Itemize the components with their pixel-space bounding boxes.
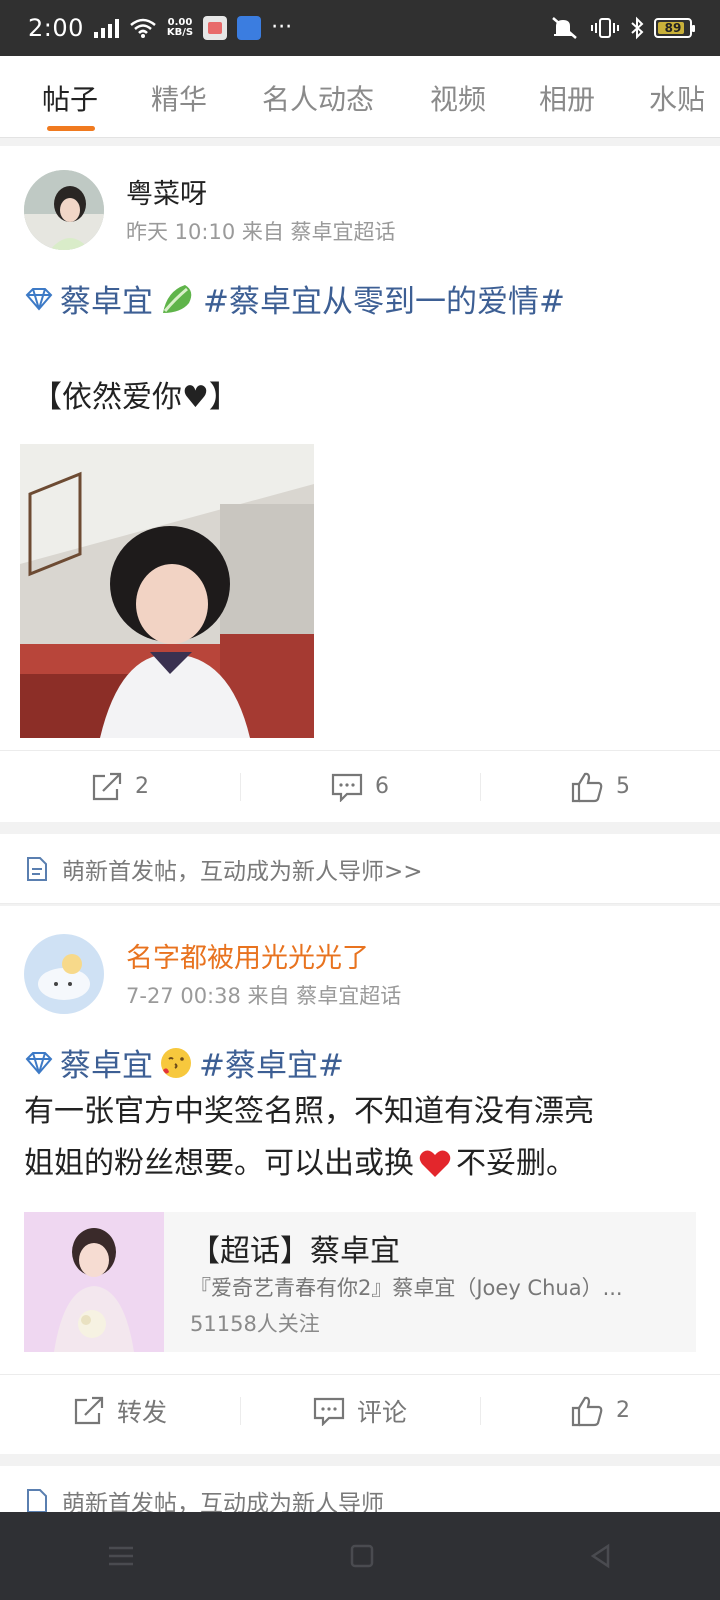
like-count: 2: [616, 1398, 630, 1423]
tab-albums[interactable]: 相册: [539, 78, 595, 118]
home-icon[interactable]: [349, 1543, 375, 1569]
repost-label: 转发: [116, 1397, 167, 1427]
vibrate-icon: [591, 18, 619, 38]
newbie-notice[interactable]: 萌新首发帖，互动成为新人导师>>: [0, 834, 720, 904]
document-icon: [27, 1488, 47, 1513]
post-card[interactable]: 粤菜呀 昨天 10:10 来自 蔡卓宜超话 蔡卓宜 #蔡卓宜从零到一的爱情# 【…: [0, 146, 720, 822]
post-body-text: 姐姐的粉丝想要。可以出或换: [24, 1146, 414, 1181]
kiss-emoji-icon: [161, 1047, 191, 1078]
tab-posts[interactable]: 帖子: [42, 78, 98, 118]
supertopic-thumbnail: [24, 1212, 164, 1352]
thumbs-up-icon: [571, 772, 603, 802]
like-count: 5: [616, 774, 630, 799]
post-meta: 昨天 10:10 来自 蔡卓宜超话: [126, 220, 396, 244]
post-meta: 7-27 00:38 来自 蔡卓宜超话: [126, 984, 402, 1008]
repost-icon: [74, 1396, 104, 1424]
back-icon[interactable]: [588, 1543, 614, 1569]
net-speed-unit: KB/S: [166, 27, 194, 38]
tab-featured[interactable]: 精华: [151, 78, 207, 118]
net-speed: 0.00 KB/S: [167, 18, 193, 38]
bluetooth-icon: [631, 16, 644, 40]
topic-name[interactable]: 蔡卓宜: [60, 1040, 153, 1085]
post-body-line: 姐姐的粉丝想要。可以出或换 不妥删。: [24, 1138, 594, 1190]
notice-text: 萌新首发帖，互动成为新人导师>>: [62, 858, 423, 885]
wifi-icon: [130, 18, 156, 38]
diamond-icon: [25, 1051, 53, 1075]
thumbs-up-icon: [571, 1396, 603, 1426]
tab-bar: 帖子 精华 名人动态 视频 相册 水贴: [0, 56, 720, 138]
post-body: 有一张官方中奖签名照，不知道有没有漂亮 姐姐的粉丝想要。可以出或换 不妥删。: [24, 1086, 594, 1190]
comment-count: 6: [375, 774, 389, 799]
notification-app-icon: [203, 16, 228, 40]
tab-water-posts[interactable]: 水贴: [649, 78, 705, 118]
tab-videos[interactable]: 视频: [430, 78, 486, 118]
menu-icon[interactable]: [106, 1544, 136, 1568]
battery-level: 89: [664, 21, 682, 35]
supertopic-card[interactable]: 【超话】蔡卓宜 『爱奇艺青春有你2』蔡卓宜（Joey Chua）... 5115…: [24, 1212, 696, 1352]
repost-button[interactable]: 2: [0, 751, 240, 822]
post-username[interactable]: 粤菜呀: [126, 172, 207, 211]
post-actions: 转发 评论 2: [0, 1374, 720, 1446]
red-heart-icon: [419, 1150, 451, 1177]
avatar[interactable]: [24, 934, 104, 1014]
comment-button[interactable]: 评论: [240, 1375, 480, 1446]
supertopic-title: 【超话】蔡卓宜: [190, 1234, 400, 1269]
comment-icon: [331, 773, 363, 802]
mute-icon: [552, 17, 577, 39]
repost-icon: [92, 772, 122, 800]
like-button[interactable]: 2: [480, 1375, 720, 1446]
post-photo[interactable]: [20, 444, 314, 738]
status-bar: 2:00 0.00 KB/S ··· 89: [0, 0, 720, 56]
diamond-icon: [25, 287, 53, 311]
more-notifications-icon: ···: [271, 15, 293, 40]
notification-app-icon: [237, 16, 262, 40]
post-body-text: 不妥删。: [456, 1146, 576, 1181]
supertopic-description: 『爱奇艺青春有你2』蔡卓宜（Joey Chua）...: [190, 1276, 623, 1300]
post-actions: 2 6 5: [0, 750, 720, 822]
tab-celebrity-updates[interactable]: 名人动态: [262, 78, 374, 118]
comment-icon: [313, 1397, 345, 1426]
post-body-line: 有一张官方中奖签名照，不知道有没有漂亮: [24, 1094, 594, 1129]
topic-line: 蔡卓宜 #蔡卓宜从零到一的爱情#: [24, 276, 565, 321]
repost-count: 2: [135, 774, 149, 799]
topic-name[interactable]: 蔡卓宜: [60, 276, 153, 321]
post-body: 【依然爱你♥】: [32, 380, 239, 415]
document-icon: [27, 856, 47, 881]
avatar[interactable]: [24, 170, 104, 250]
tab-active-indicator: [47, 126, 95, 131]
comment-button[interactable]: 6: [240, 751, 480, 822]
topic-line: 蔡卓宜 #蔡卓宜#: [24, 1040, 344, 1085]
repost-button[interactable]: 转发: [0, 1375, 240, 1446]
post-card[interactable]: 名字都被用光光光了 7-27 00:38 来自 蔡卓宜超话 蔡卓宜 #蔡卓宜# …: [0, 906, 720, 1454]
battery-icon: 89: [654, 18, 695, 38]
cell-signal-icon: [93, 18, 119, 38]
vegetable-icon: [163, 284, 192, 313]
like-button[interactable]: 5: [480, 751, 720, 822]
post-username[interactable]: 名字都被用光光光了: [126, 936, 369, 975]
clock: 2:00: [28, 14, 84, 42]
hashtag[interactable]: #蔡卓宜从零到一的爱情#: [203, 276, 565, 321]
supertopic-followers: 51158人关注: [190, 1312, 320, 1336]
system-nav-bar: [0, 1512, 720, 1600]
hashtag[interactable]: #蔡卓宜#: [199, 1040, 344, 1085]
comment-label: 评论: [356, 1397, 407, 1427]
